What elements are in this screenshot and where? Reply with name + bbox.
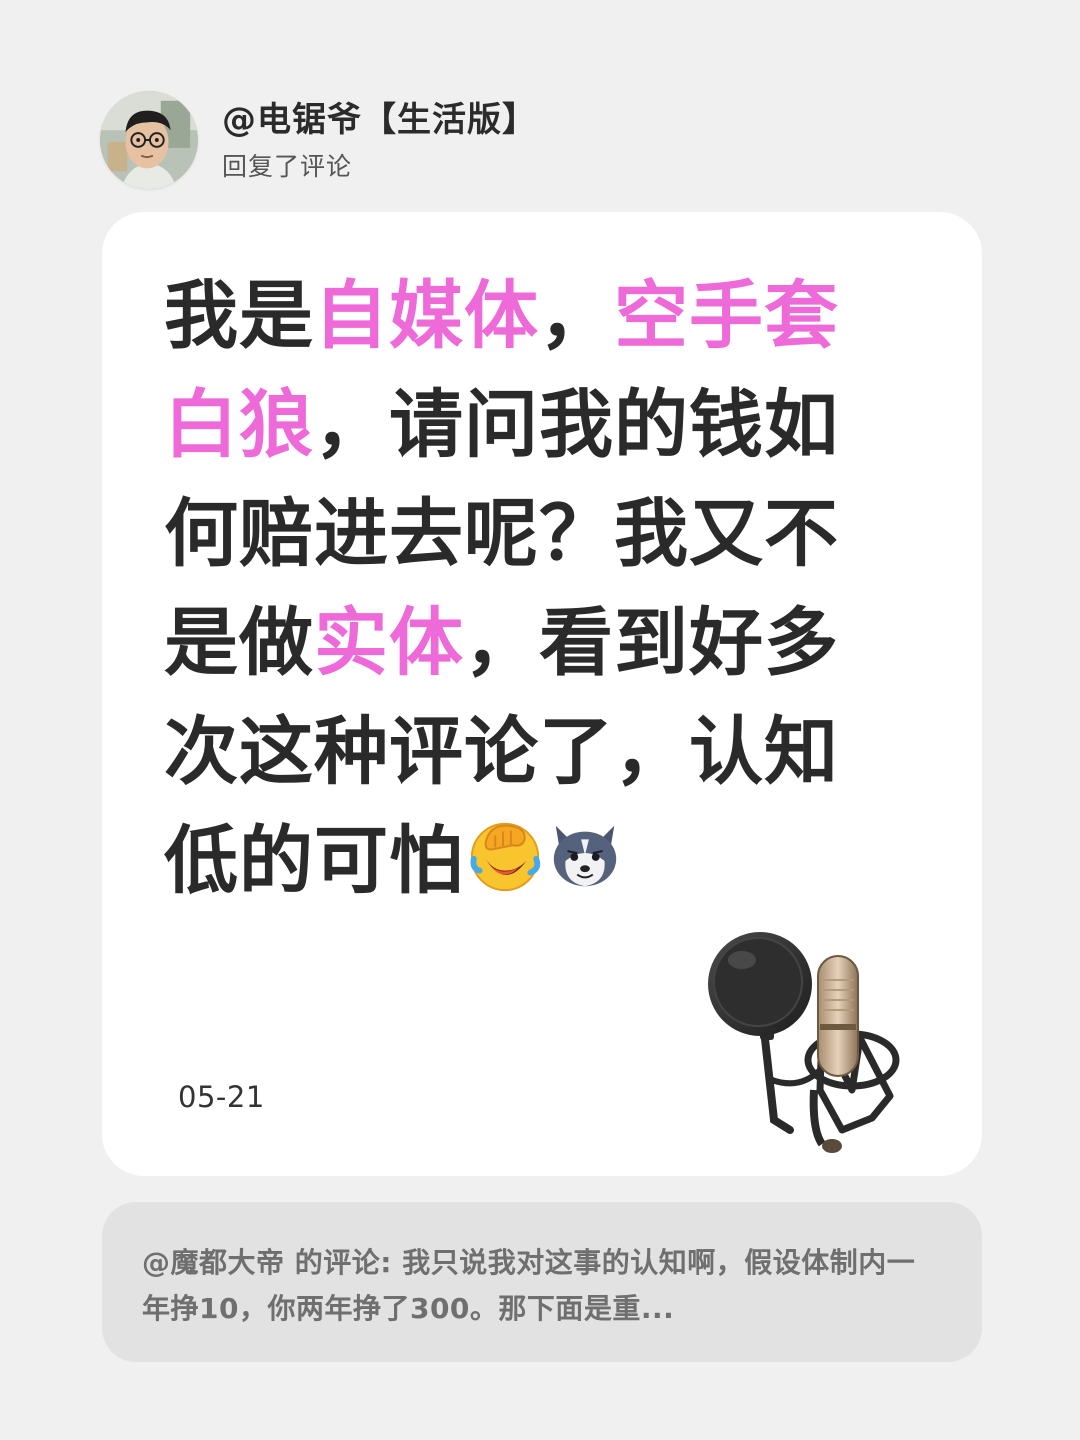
reply-action-label: 回复了评论 xyxy=(222,152,353,181)
reply-segment-highlight: 实体 xyxy=(314,600,464,686)
user-info: @电锯爷【生活版】 回复了评论 xyxy=(222,98,537,182)
facepalm-laughing-emoji xyxy=(466,816,544,894)
reply-card: 我是自媒体，空手套白狼，请问我的钱如何赔进去呢？我又不是做实体，看到好多次这种评… xyxy=(102,212,982,1176)
quoted-comment-author[interactable]: @魔都大帝 xyxy=(142,1246,285,1279)
husky-dog-emoji xyxy=(546,816,624,894)
reply-text: 我是自媒体，空手套白狼，请问我的钱如何赔进去呢？我又不是做实体，看到好多次这种评… xyxy=(164,262,884,916)
studio-microphone-icon xyxy=(702,920,902,1160)
reply-header: @电锯爷【生活版】 回复了评论 xyxy=(100,91,537,189)
avatar[interactable] xyxy=(100,91,198,189)
user-name[interactable]: @电锯爷【生活版】 xyxy=(222,98,537,142)
reply-date: 05-21 xyxy=(178,1080,265,1114)
comment-reply-page: @电锯爷【生活版】 回复了评论 我是自媒体，空手套白狼，请问我的钱如何赔进去呢？… xyxy=(0,0,1080,1440)
reply-segment: 我是 xyxy=(164,273,314,359)
reply-segment: ， xyxy=(539,273,614,359)
quoted-comment-label: 的评论: xyxy=(294,1246,403,1279)
quoted-comment[interactable]: @魔都大帝 的评论: 我只说我对这事的认知啊，假设体制内一年挣10，你两年挣了3… xyxy=(102,1202,982,1362)
reply-segment-highlight: 自媒体 xyxy=(314,273,539,359)
quoted-comment-text: @魔都大帝 的评论: 我只说我对这事的认知啊，假设体制内一年挣10，你两年挣了3… xyxy=(142,1240,932,1332)
